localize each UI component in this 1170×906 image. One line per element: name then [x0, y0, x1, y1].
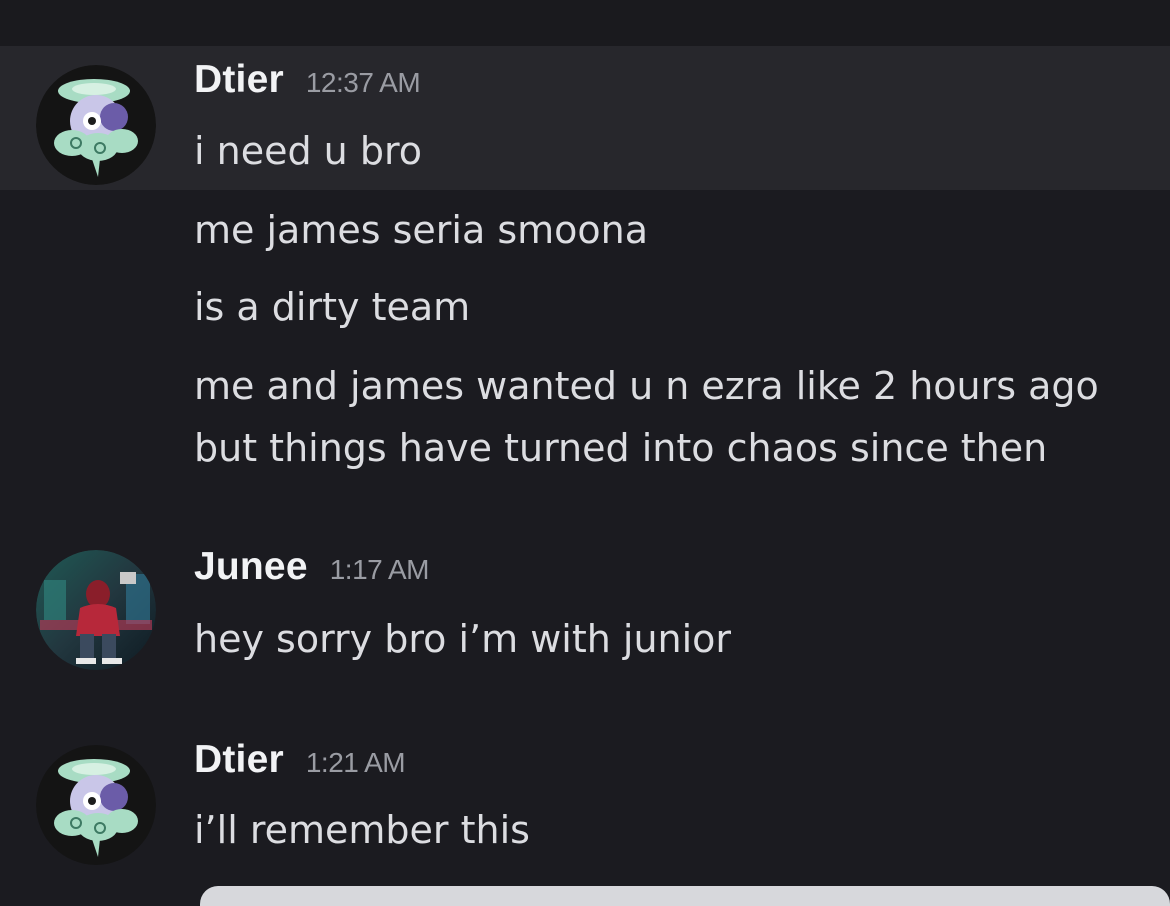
- message-text: hey sorry bro i’m with junior: [194, 617, 732, 661]
- timestamp[interactable]: 1:21 AM: [306, 747, 406, 778]
- username[interactable]: Dtier: [194, 58, 284, 101]
- timestamp[interactable]: 12:37 AM: [306, 67, 421, 98]
- avatar-dtier[interactable]: [36, 65, 156, 185]
- username[interactable]: Dtier: [194, 738, 284, 781]
- message-text: i need u bro: [194, 129, 422, 173]
- hovered-message-highlight: [0, 46, 1170, 190]
- message-header: Dtier 1:21 AM: [194, 738, 406, 798]
- message-text: i’ll remember this: [194, 808, 530, 852]
- message-header: Dtier 12:37 AM: [194, 58, 421, 118]
- message-text: is a dirty team: [194, 285, 471, 329]
- castform-avatar-icon: [36, 745, 156, 865]
- embed-preview-edge[interactable]: [200, 886, 1170, 906]
- message-header: Junee 1:17 AM: [194, 545, 429, 605]
- message-text: but things have turned into chaos since …: [194, 426, 1048, 470]
- message-text: me and james wanted u n ezra like 2 hour…: [194, 364, 1099, 408]
- castform-avatar-icon: [36, 65, 156, 185]
- hooded-figure-avatar-icon: [36, 550, 156, 670]
- timestamp[interactable]: 1:17 AM: [330, 554, 430, 585]
- top-bar: [0, 0, 1170, 46]
- avatar-junee[interactable]: [36, 550, 156, 670]
- avatar-dtier[interactable]: [36, 745, 156, 865]
- message-text: me james seria smoona: [194, 208, 648, 252]
- username[interactable]: Junee: [194, 545, 308, 588]
